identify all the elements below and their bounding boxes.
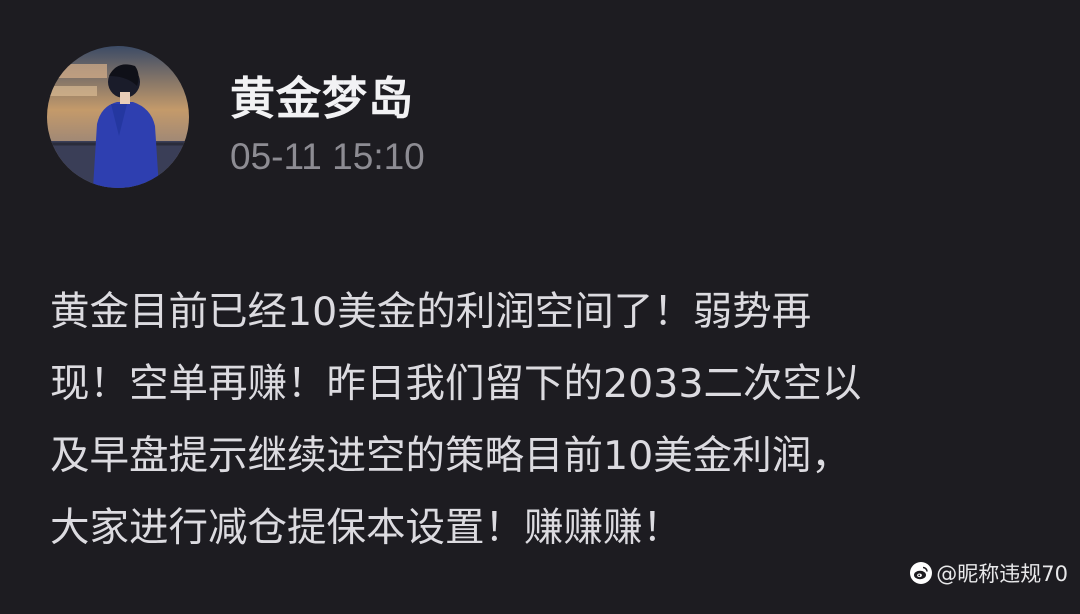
post-content: 黄金目前已经10美金的利润空间了！弱势再 现！空单再赚！昨日我们留下的2033二… — [50, 276, 1040, 564]
post-text-line: 大家进行减仓提保本设置！赚赚赚！ — [50, 505, 682, 551]
watermark-text: @昵称违规70 — [936, 562, 1068, 586]
avatar-image — [47, 46, 189, 188]
post-text-line: 现！空单再赚！昨日我们留下的2033二次空以 — [50, 361, 862, 407]
weibo-logo-icon — [910, 562, 933, 584]
author-name[interactable]: 黄金梦岛 — [230, 62, 414, 127]
post-text-line: 及早盘提示继续进空的策略目前10美金利润， — [50, 433, 851, 479]
post-text-line: 黄金目前已经10美金的利润空间了！弱势再 — [50, 289, 812, 335]
post-timestamp: 05-11 15:10 — [230, 136, 425, 177]
post-card: 黄金梦岛 05-11 15:10 黄金目前已经10美金的利润空间了！弱势再 现！… — [0, 0, 1080, 614]
watermark: @昵称违规70 — [910, 558, 1068, 588]
author-avatar[interactable] — [47, 46, 189, 188]
